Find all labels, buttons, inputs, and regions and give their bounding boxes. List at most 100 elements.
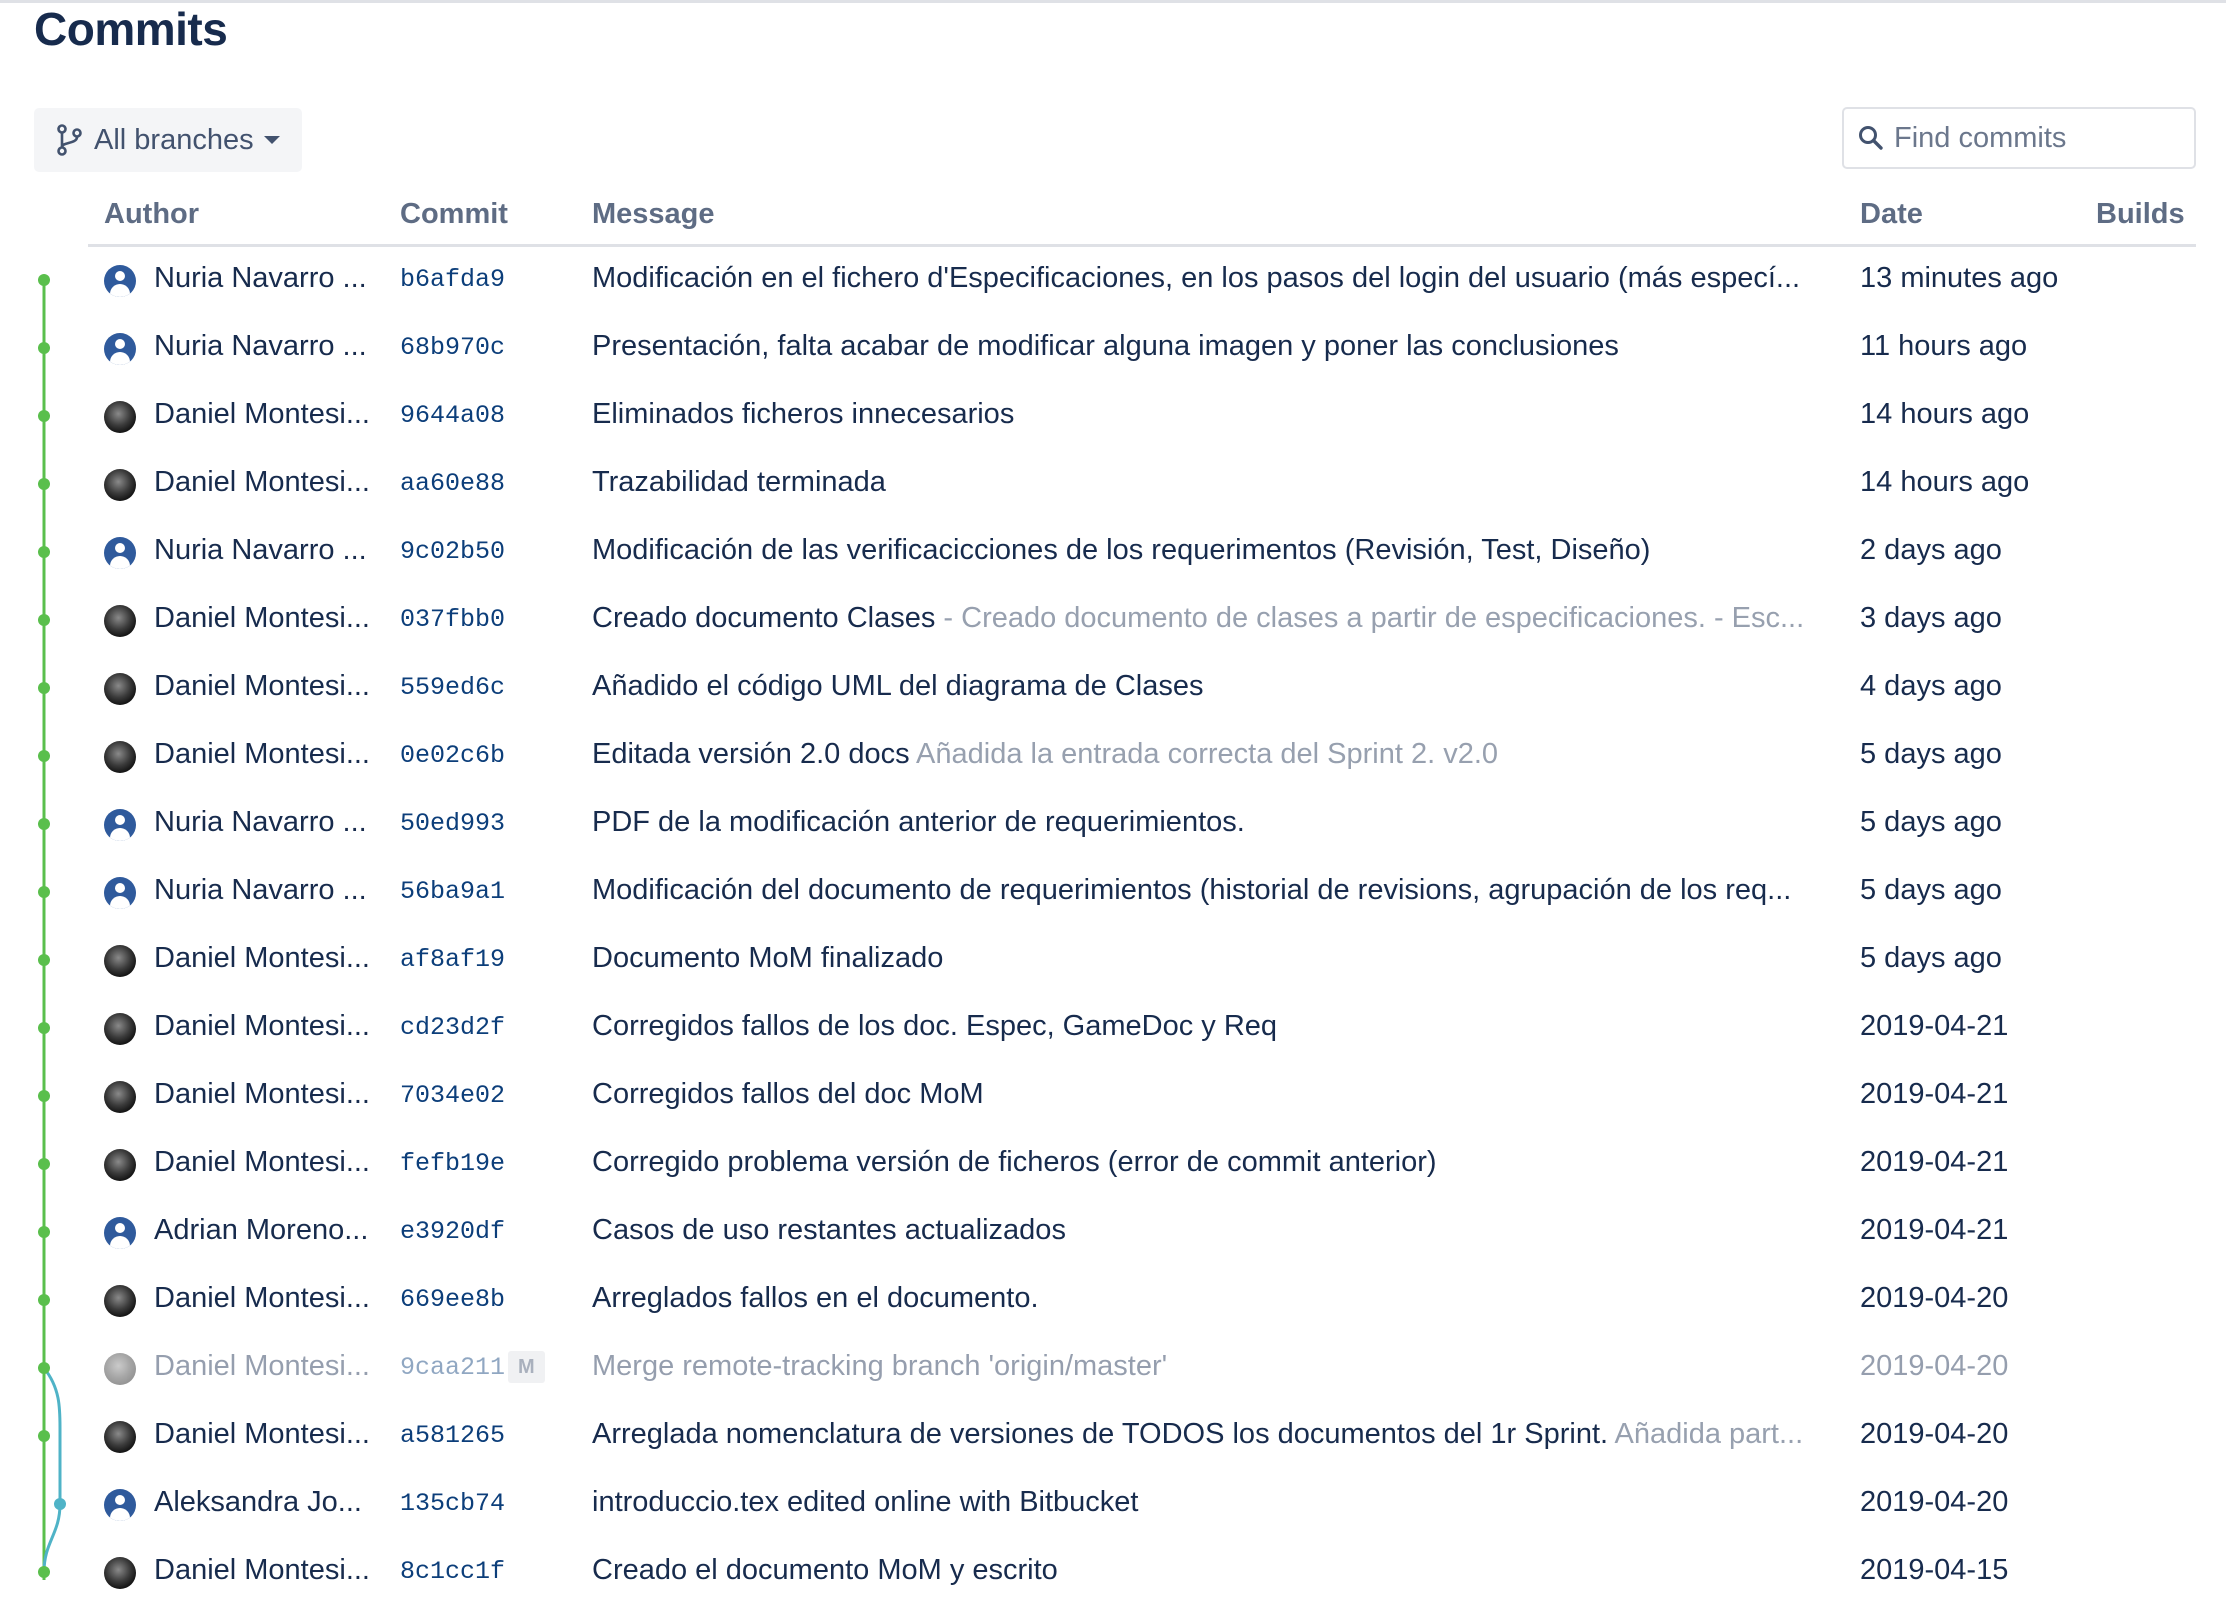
commit-author: Nuria Navarro ...: [154, 534, 367, 566]
branch-icon: [57, 124, 82, 156]
commit-message-title: Modificación del documento de requerimie…: [592, 874, 1792, 906]
commit-hash-link[interactable]: 50ed993: [400, 809, 505, 838]
commit-date: 2019-04-20: [1860, 1418, 2009, 1450]
commit-row[interactable]: Daniel Montesi... aa60e88 Trazabilidad ter…: [0, 452, 2226, 520]
commit-message[interactable]: Añadido el código UML del diagrama de Cl…: [592, 670, 1814, 703]
commit-message[interactable]: Modificación del documento de requerimie…: [592, 874, 1814, 907]
commit-hash-link[interactable]: 669ee8b: [400, 1285, 505, 1314]
branch-filter-label: All branches: [94, 123, 254, 156]
author-avatar: [104, 605, 136, 637]
commit-message[interactable]: Editada versión 2.0 docs Añadida la entr…: [592, 738, 1814, 771]
find-commits-search[interactable]: [1842, 107, 2196, 169]
commit-message[interactable]: Eliminados ficheros innecesarios: [592, 398, 1814, 431]
commit-hash-link[interactable]: 9644a08: [400, 401, 505, 430]
commit-author: Nuria Navarro ...: [154, 262, 367, 294]
commit-author: Daniel Montesi...: [154, 670, 370, 702]
commit-hash-link[interactable]: fefb19e: [400, 1149, 505, 1178]
default-user-icon: [104, 1217, 136, 1249]
commit-message[interactable]: Trazabilidad terminada: [592, 466, 1814, 499]
commit-hash-link[interactable]: 135cb74: [400, 1489, 505, 1518]
commit-row[interactable]: Daniel Montesi... 9644a08 Eliminados fiche…: [0, 384, 2226, 452]
commit-row[interactable]: Nuria Navarro ... 9c02b50 Modificación de …: [0, 520, 2226, 588]
commit-message-title: Arreglada nomenclatura de versiones de T…: [592, 1418, 1609, 1450]
commit-row[interactable]: Nuria Navarro ... 56ba9a1 Modificación del…: [0, 860, 2226, 928]
commit-hash-link[interactable]: aa60e88: [400, 469, 505, 498]
commit-message[interactable]: Corregidos fallos del doc MoM: [592, 1078, 1814, 1111]
commit-message-title: Creado el documento MoM y escrito: [592, 1554, 1058, 1586]
merge-badge: M: [508, 1351, 545, 1383]
commit-date: 2019-04-15: [1860, 1554, 2009, 1586]
commit-date: 2019-04-20: [1860, 1282, 2009, 1314]
commit-author: Nuria Navarro ...: [154, 874, 367, 906]
commit-message[interactable]: Modificación de las verificacicciones de…: [592, 534, 1814, 567]
commit-row[interactable]: Daniel Montesi... 9caa211 M Merge remote-tr…: [0, 1336, 2226, 1404]
commit-hash-link[interactable]: 9caa211: [400, 1353, 505, 1382]
commit-hash-link[interactable]: 56ba9a1: [400, 877, 505, 906]
commit-date: 5 days ago: [1860, 806, 2002, 838]
commit-row[interactable]: Daniel Montesi... 559ed6c Añadido el códig…: [0, 656, 2226, 724]
commit-row[interactable]: Daniel Montesi... cd23d2f Corregidos fallo…: [0, 996, 2226, 1064]
commit-author: Daniel Montesi...: [154, 1146, 370, 1178]
commit-message-title: Editada versión 2.0 docs: [592, 738, 910, 770]
commit-author: Daniel Montesi...: [154, 466, 370, 498]
author-avatar: [104, 1013, 136, 1045]
commit-message[interactable]: Corregidos fallos de los doc. Espec, Gam…: [592, 1010, 1814, 1043]
commit-hash-link[interactable]: 8c1cc1f: [400, 1557, 505, 1586]
commit-row[interactable]: Daniel Montesi... fefb19e Corregido proble…: [0, 1132, 2226, 1200]
author-avatar: [104, 741, 136, 773]
commit-author: Daniel Montesi...: [154, 1350, 370, 1382]
author-avatar: [104, 1353, 136, 1385]
commit-row[interactable]: Daniel Montesi... 0e02c6b Editada versión …: [0, 724, 2226, 792]
commit-row[interactable]: Daniel Montesi... 669ee8b Arreglados fallo…: [0, 1268, 2226, 1336]
commit-date: 3 days ago: [1860, 602, 2002, 634]
commit-row[interactable]: Aleksandra Jo... 135cb74 introduccio.tex e…: [0, 1472, 2226, 1540]
commit-message[interactable]: Presentación, falta acabar de modificar …: [592, 330, 1814, 363]
commit-row[interactable]: Daniel Montesi... af8af19 Documento MoM fi…: [0, 928, 2226, 996]
commit-message[interactable]: Creado documento Clases - Creado documen…: [592, 602, 1814, 635]
chevron-down-icon: [263, 136, 280, 144]
commit-row[interactable]: Daniel Montesi... 8c1cc1f Creado el docume…: [0, 1540, 2226, 1608]
commit-message[interactable]: Documento MoM finalizado: [592, 942, 1814, 975]
commit-message-title: Añadido el código UML del diagrama de Cl…: [592, 670, 1204, 702]
commit-hash-link[interactable]: af8af19: [400, 945, 505, 974]
commit-row[interactable]: Daniel Montesi... 7034e02 Corregidos fallo…: [0, 1064, 2226, 1132]
commit-hash-link[interactable]: 68b970c: [400, 333, 505, 362]
commit-message[interactable]: Arreglada nomenclatura de versiones de T…: [592, 1418, 1814, 1451]
commit-hash-link[interactable]: 559ed6c: [400, 673, 505, 702]
commit-row[interactable]: Daniel Montesi... 037fbb0 Creado documento…: [0, 588, 2226, 656]
commit-author: Daniel Montesi...: [154, 1554, 370, 1586]
commit-author: Daniel Montesi...: [154, 1282, 370, 1314]
commit-message[interactable]: Creado el documento MoM y escrito: [592, 1554, 1814, 1587]
commit-message[interactable]: PDF de la modificación anterior de reque…: [592, 806, 1814, 839]
commit-message[interactable]: Casos de uso restantes actualizados: [592, 1214, 1814, 1247]
commit-date: 2019-04-21: [1860, 1010, 2009, 1042]
commit-date: 14 hours ago: [1860, 466, 2030, 498]
commit-message[interactable]: Corregido problema versión de ficheros (…: [592, 1146, 1814, 1179]
commit-message-title: Corregido problema versión de ficheros (…: [592, 1146, 1437, 1178]
commit-date: 2019-04-21: [1860, 1214, 2009, 1246]
commit-message-title: Trazabilidad terminada: [592, 466, 886, 498]
commit-hash-link[interactable]: e3920df: [400, 1217, 505, 1246]
commit-row[interactable]: Nuria Navarro ... 50ed993 PDF de la modifi…: [0, 792, 2226, 860]
commit-message[interactable]: Merge remote-tracking branch 'origin/mas…: [592, 1350, 1814, 1383]
commit-row[interactable]: Adrian Moreno... e3920df Casos de uso rest…: [0, 1200, 2226, 1268]
branch-filter-dropdown[interactable]: All branches: [34, 108, 302, 172]
default-user-icon: [104, 265, 136, 297]
commit-message[interactable]: introduccio.tex edited online with Bitbu…: [592, 1486, 1814, 1519]
column-header-builds: Builds: [2096, 198, 2185, 230]
commit-row[interactable]: Daniel Montesi... a581265 Arreglada nomenc…: [0, 1404, 2226, 1472]
commit-row[interactable]: Nuria Navarro ... 68b970c Presentación, fa…: [0, 316, 2226, 384]
commit-hash-link[interactable]: cd23d2f: [400, 1013, 505, 1042]
commit-date: 11 hours ago: [1860, 330, 2028, 362]
commit-hash-link[interactable]: 9c02b50: [400, 537, 505, 566]
commit-hash-link[interactable]: a581265: [400, 1421, 505, 1450]
commit-row[interactable]: Nuria Navarro ... b6afda9 Modificación en …: [0, 248, 2226, 316]
search-input[interactable]: [1892, 120, 2186, 156]
commit-hash-link[interactable]: b6afda9: [400, 265, 505, 294]
commit-message[interactable]: Modificación en el fichero d'Especificac…: [592, 262, 1814, 295]
commit-hash-link[interactable]: 037fbb0: [400, 605, 505, 634]
commit-author: Daniel Montesi...: [154, 942, 370, 974]
commit-hash-link[interactable]: 7034e02: [400, 1081, 505, 1110]
commit-hash-link[interactable]: 0e02c6b: [400, 741, 505, 770]
commit-message[interactable]: Arreglados fallos en el documento.: [592, 1282, 1814, 1315]
